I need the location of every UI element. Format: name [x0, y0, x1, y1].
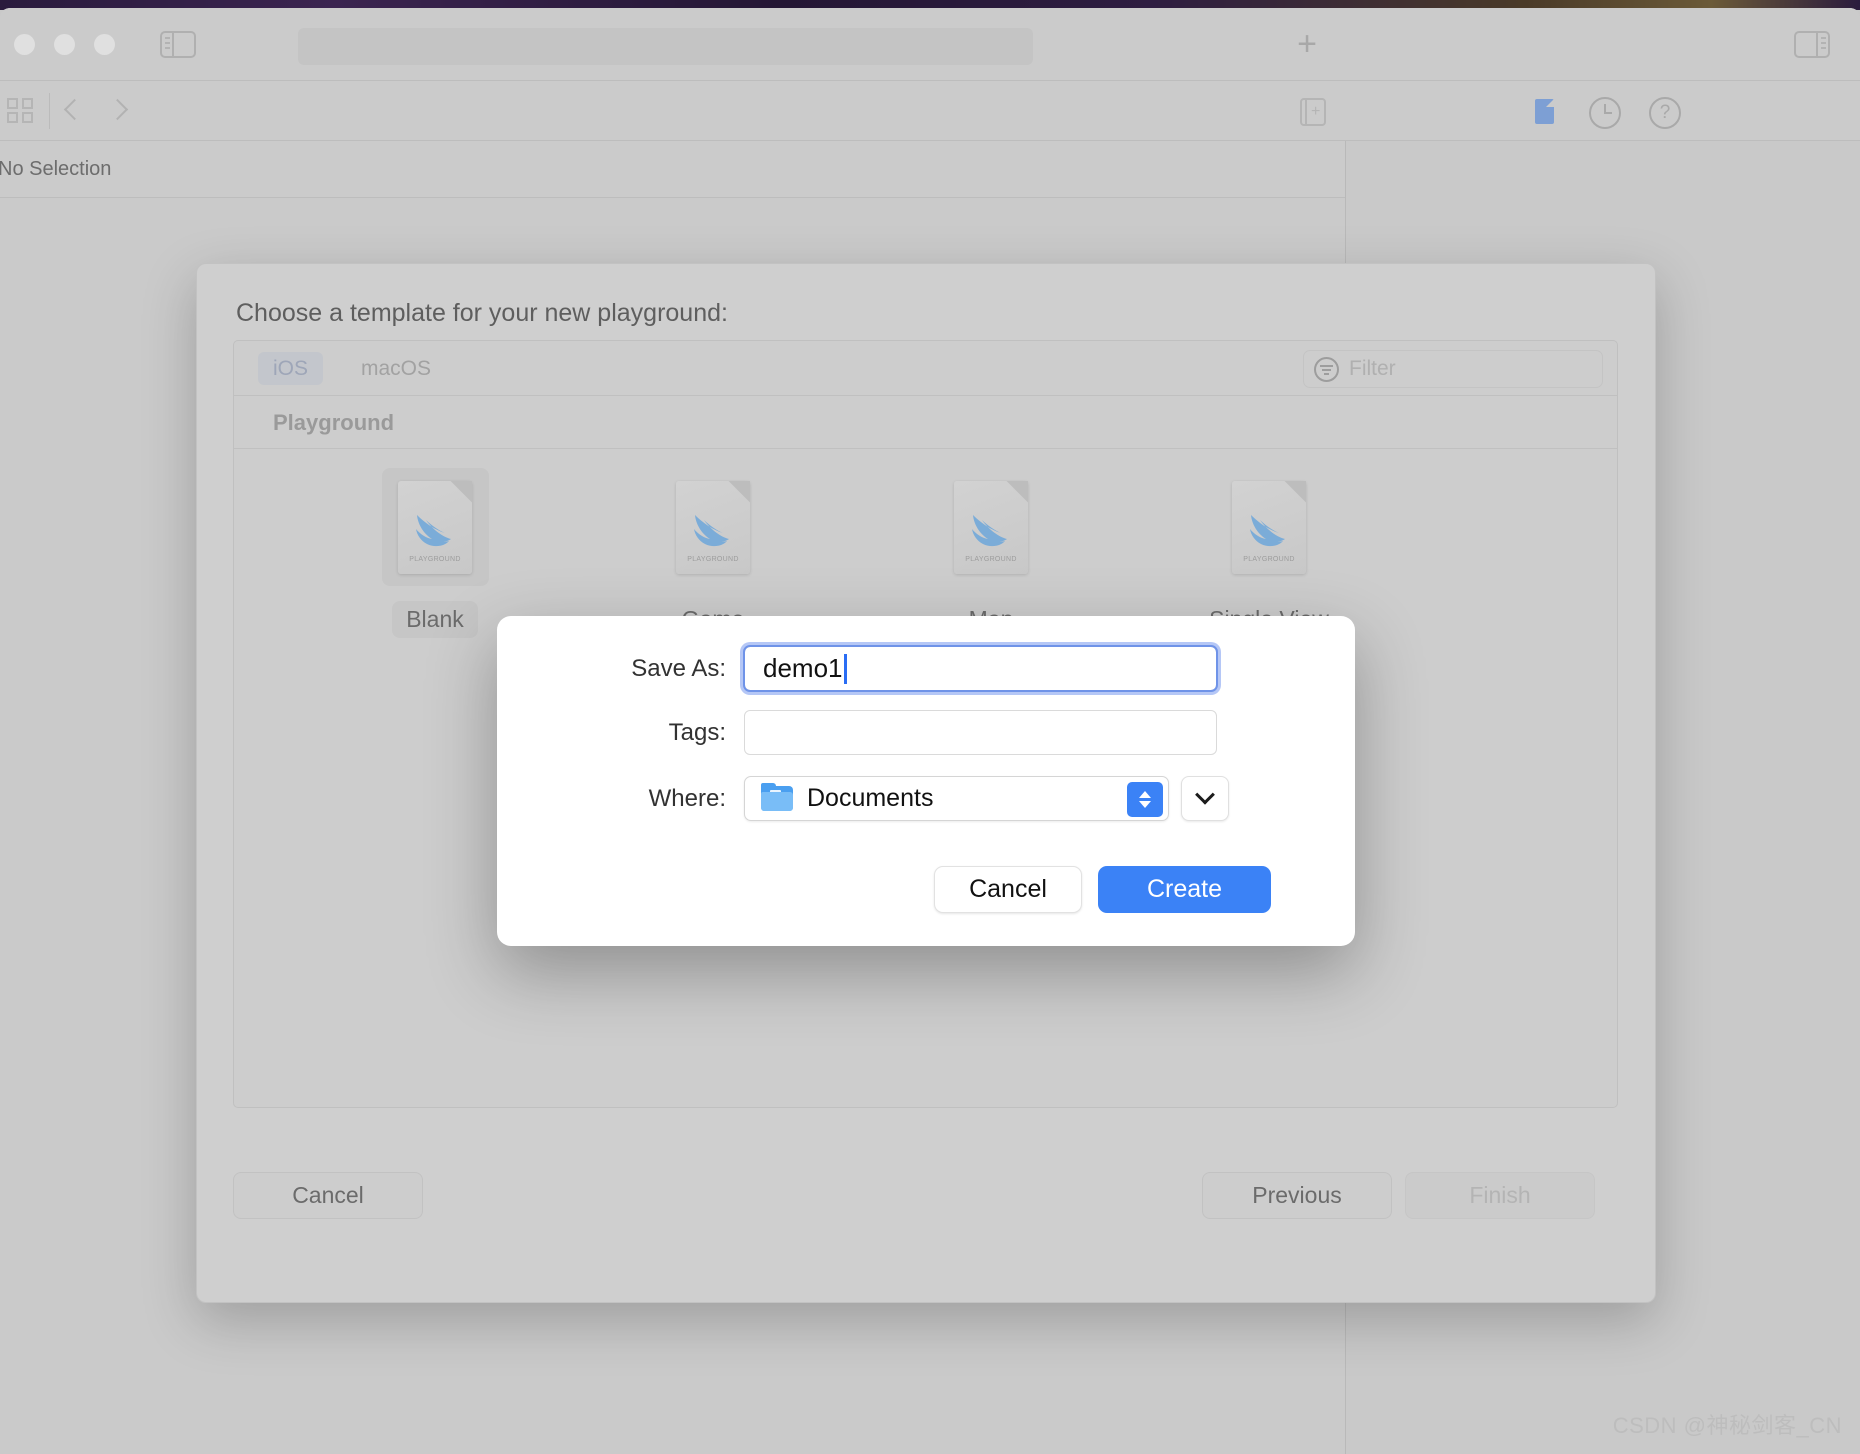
template-thumb: PLAYGROUND — [1216, 468, 1323, 586]
filter-input[interactable]: Filter — [1303, 350, 1603, 388]
where-value: Documents — [807, 784, 934, 812]
no-selection-label: No Selection — [0, 157, 112, 180]
sidebar-lines — [165, 37, 170, 52]
save-as-label: Save As: — [631, 654, 726, 682]
template-label: Blank — [392, 601, 478, 638]
template-thumb: PLAYGROUND — [660, 468, 767, 586]
where-row: Where: Documents — [497, 776, 1355, 821]
page-title: Choose a template for your new playgroun… — [236, 299, 728, 327]
xcode-window: + + ? No Selection ion Choose a template… — [0, 8, 1860, 1454]
swift-playground-icon: PLAYGROUND — [954, 480, 1028, 574]
toolbar-divider — [49, 93, 50, 129]
where-label: Where: — [648, 784, 726, 812]
chevron-left-icon[interactable] — [65, 99, 80, 125]
help-icon[interactable]: ? — [1649, 97, 1681, 129]
filter-placeholder: Filter — [1349, 357, 1396, 380]
folder-icon — [761, 783, 793, 811]
text-caret — [843, 653, 847, 684]
dialog-create-button[interactable]: Create — [1098, 866, 1271, 913]
where-popup-button[interactable]: Documents — [744, 776, 1169, 821]
close-button[interactable] — [14, 34, 35, 55]
stepper-icon[interactable] — [1127, 782, 1163, 817]
plus-glyph: + — [1311, 103, 1321, 120]
tab-macos[interactable]: macOS — [346, 352, 446, 385]
navigator-toolbar: + ? — [0, 81, 1860, 141]
new-tab-plus-icon[interactable]: + — [1290, 27, 1324, 63]
grid-icon[interactable] — [7, 98, 35, 124]
tags-label: Tags: — [668, 718, 726, 746]
template-item-game[interactable]: PLAYGROUND Game — [574, 468, 852, 638]
save-as-row: Save As: demo1 — [497, 645, 1355, 692]
swift-bird-icon — [1250, 514, 1285, 546]
swift-playground-icon: PLAYGROUND — [1232, 480, 1306, 574]
playground-badge: PLAYGROUND — [1243, 555, 1295, 563]
sheet-finish-button: Finish — [1405, 1172, 1595, 1219]
template-thumb: PLAYGROUND — [381, 468, 489, 586]
save-as-input[interactable]: demo1 — [743, 645, 1218, 692]
clock-icon[interactable] — [1589, 97, 1621, 129]
template-thumb: PLAYGROUND — [938, 468, 1045, 586]
playground-badge: PLAYGROUND — [965, 555, 1017, 563]
tags-row: Tags: — [497, 710, 1355, 755]
template-item-map[interactable]: PLAYGROUND Map — [852, 468, 1130, 638]
platform-tab-bar: iOS macOS Filter — [234, 341, 1617, 396]
section-header: Playground — [234, 397, 1617, 449]
chevron-down-icon[interactable] — [1181, 776, 1229, 821]
document-icon[interactable] — [1530, 97, 1560, 127]
sidebar-toggle-icon[interactable] — [160, 31, 196, 58]
chevron-glyph — [1195, 784, 1215, 805]
breadcrumb: No Selection — [0, 141, 1345, 198]
swift-playground-icon: PLAYGROUND — [676, 480, 750, 574]
minimize-button[interactable] — [54, 34, 75, 55]
swift-playground-icon: PLAYGROUND — [398, 480, 472, 574]
save-dialog: Save As: demo1 Tags: Where: Documents Ca… — [497, 616, 1355, 946]
watermark: CSDN @神秘剑客_CN — [1612, 1413, 1842, 1438]
tab-bar-field[interactable] — [298, 28, 1033, 65]
traffic-lights — [14, 34, 115, 55]
playground-badge: PLAYGROUND — [409, 555, 461, 563]
swift-bird-icon — [694, 514, 729, 546]
template-item-single-view[interactable]: PLAYGROUND Single View — [1130, 468, 1408, 638]
save-as-value: demo1 — [763, 653, 843, 683]
inspector-toggle-icon[interactable] — [1794, 31, 1830, 58]
sheet-previous-button[interactable]: Previous — [1202, 1172, 1392, 1219]
section-title: Playground — [273, 409, 395, 435]
template-item-blank[interactable]: PLAYGROUND Blank — [296, 468, 574, 638]
tab-ios[interactable]: iOS — [258, 352, 324, 385]
playground-badge: PLAYGROUND — [687, 555, 739, 563]
editor-add-icon[interactable]: + — [1300, 98, 1326, 126]
window-titlebar: + — [0, 8, 1860, 81]
sheet-cancel-button[interactable]: Cancel — [233, 1172, 423, 1219]
chevron-right-icon[interactable] — [108, 99, 123, 125]
zoom-button[interactable] — [94, 34, 115, 55]
template-grid: PLAYGROUND Blank PLAYGROUND PLAYGROUND P… — [234, 450, 1617, 638]
swift-bird-icon — [972, 514, 1007, 546]
inspector-lines — [1821, 37, 1826, 52]
tags-input[interactable] — [744, 710, 1217, 755]
filter-icon — [1314, 356, 1339, 382]
swift-bird-icon — [416, 514, 451, 546]
dialog-cancel-button[interactable]: Cancel — [934, 866, 1082, 913]
